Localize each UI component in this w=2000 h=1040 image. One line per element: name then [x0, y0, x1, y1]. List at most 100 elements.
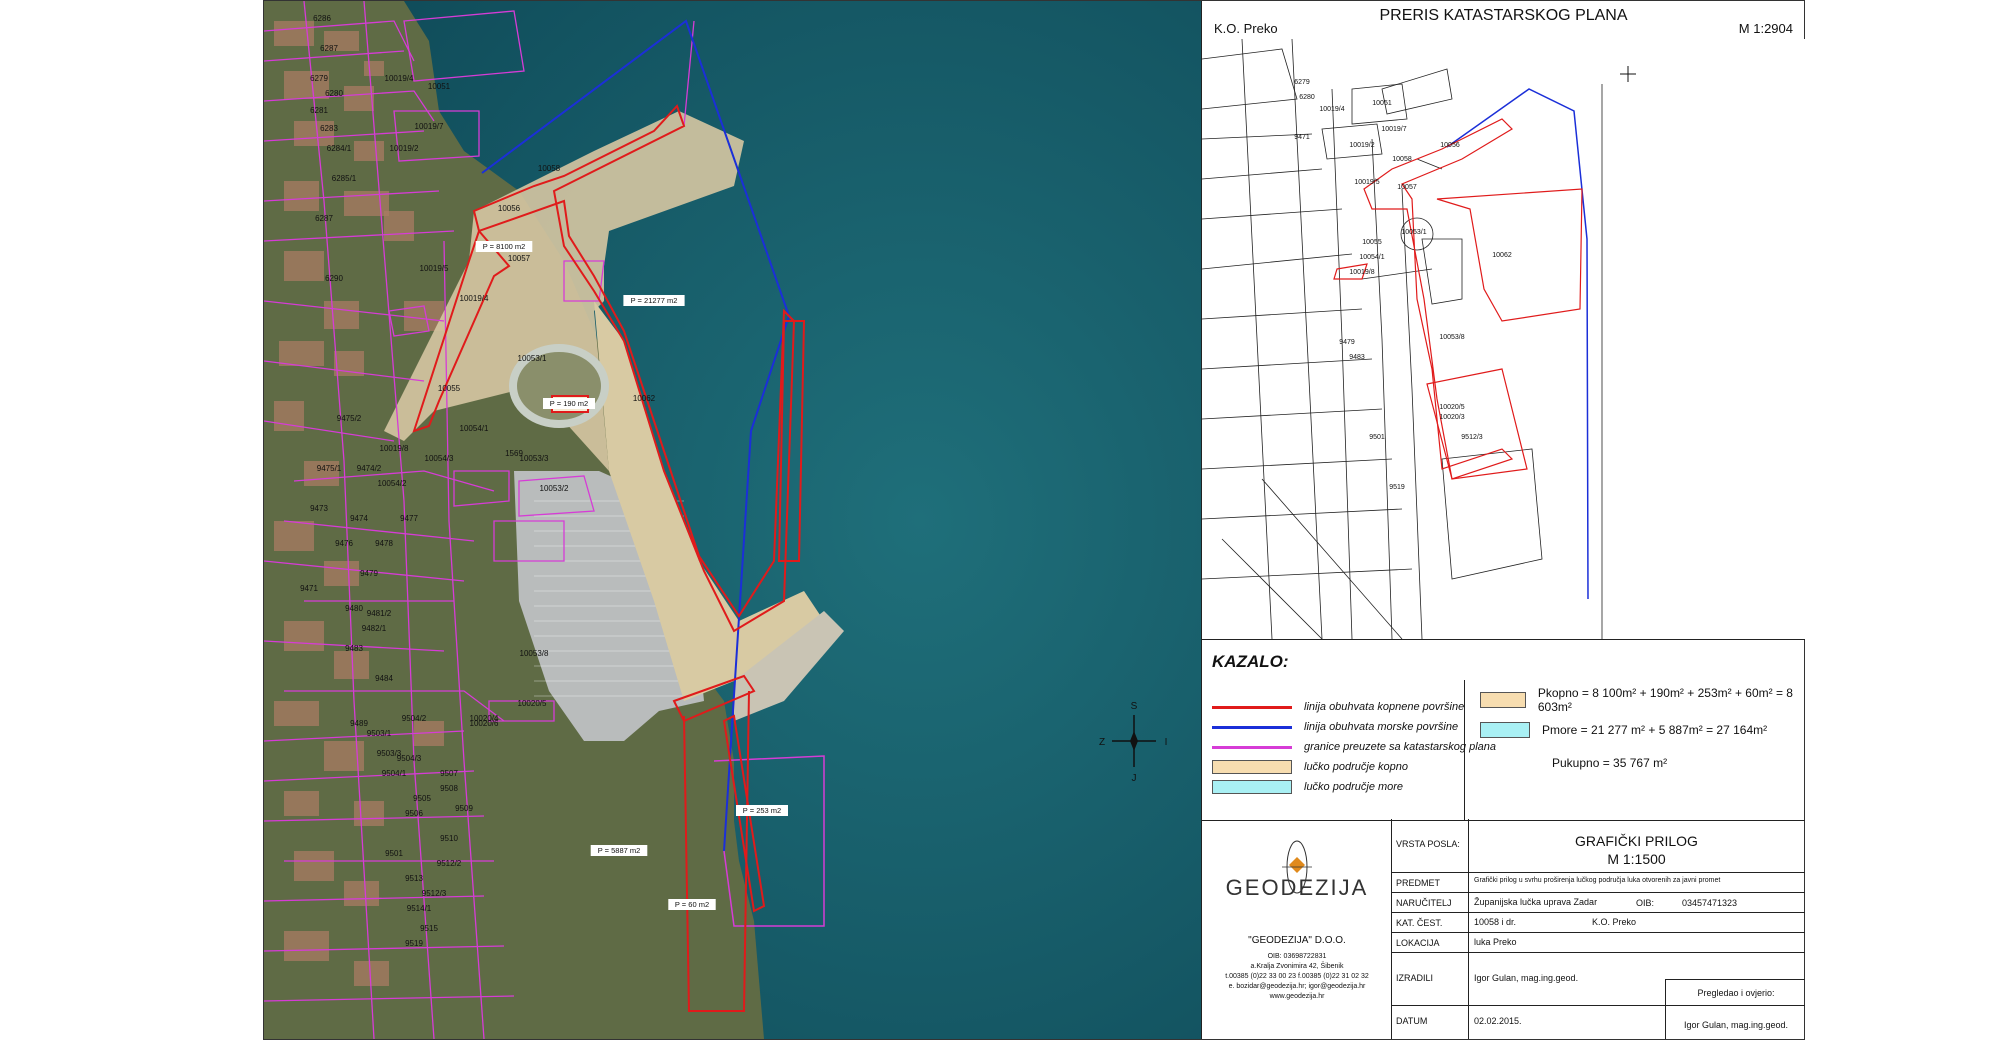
parcel-label: 9512/3: [422, 889, 447, 898]
company-address: a.Kralja Zvonimira 42, Šibenik: [1250, 963, 1344, 970]
building: [284, 621, 324, 651]
parcel-label: 9479: [360, 569, 378, 578]
cadastral-label: 10020/3: [1439, 414, 1464, 421]
pregledao-key: Pregledao i ovjerio:: [1697, 988, 1775, 998]
legend-item-label: lučko područje kopno: [1304, 761, 1408, 773]
oib-key: OIB:: [1636, 898, 1655, 908]
parcel-label: 9519: [405, 939, 423, 948]
cadastral-label: 10057: [1397, 184, 1417, 191]
cadastral-label: 10053/1: [1401, 229, 1426, 236]
parcel-label: 9471: [300, 584, 318, 593]
legend-magenta-line-swatch: [1212, 745, 1292, 749]
area-label: P = 5887 m2: [598, 846, 641, 855]
building: [324, 301, 359, 329]
datum-val: 02.02.2015.: [1474, 1016, 1522, 1026]
area-label: P = 21277 m2: [631, 296, 678, 305]
parcel-label: 9484: [375, 674, 393, 683]
cadastral-label: 6280: [1299, 94, 1315, 101]
cadastral-label: 9512/3: [1461, 434, 1483, 441]
cadastral-plan: 6279 6280 10019/4 10051 10019/7 10019/2 10058 1…: [1201, 38, 1805, 640]
parcel-label: 6283: [320, 124, 338, 133]
parcel-label: 9475/2: [337, 414, 362, 423]
cadastral-label: 9471: [1294, 134, 1310, 141]
parcel-label: 10019/7: [415, 122, 444, 131]
row-vrsta-posla: VRSTA POSLA: GRAFIČKI PRILOG M 1:1500: [1392, 819, 1805, 873]
legend-blue-line-swatch: [1212, 725, 1292, 729]
building: [354, 141, 384, 161]
izradili-key: IZRADILI: [1396, 973, 1434, 983]
calc-land-text: Pkopno = 8 100m² + 190m² + 253m² + 60m² …: [1537, 686, 1793, 714]
datum-key: DATUM: [1396, 1016, 1428, 1026]
parcel-label: 9515: [420, 924, 438, 933]
cadastral-label: 10020/5: [1439, 404, 1464, 411]
calc-total: Pukupno = 35 767 m²: [1552, 756, 1667, 770]
parcel-label: 10054/3: [425, 454, 454, 463]
company-web: www.geodezija.hr: [1269, 993, 1325, 1000]
legend-item-sea-line: linija obuhvata morske površine: [1212, 718, 1458, 736]
parcel-label: 10019/5: [420, 264, 449, 273]
narucitelj-key: NARUČITELJ: [1396, 898, 1452, 908]
compass-west-label: Z: [1099, 737, 1105, 748]
row-narucitelj: NARUČITELJ Županijska lučka uprava Zadar…: [1392, 893, 1805, 913]
parcel-label: 6287: [320, 44, 338, 53]
legend-item-land-area: lučko područje kopno: [1212, 758, 1408, 776]
parcel-label: 6281: [310, 106, 328, 115]
kat-val: 10058 i dr.: [1474, 917, 1517, 927]
building: [364, 61, 384, 76]
company-block: GEODEZIJA "GEODEZIJA" D.O.O. OIB: 036987…: [1202, 819, 1392, 1039]
predmet-key: PREDMET: [1396, 878, 1441, 888]
parcel-label: 9503/1: [367, 729, 392, 738]
parcel-label: 9510: [440, 834, 458, 843]
parcel-label: 9478: [375, 539, 393, 548]
parcel-label: 10019/4: [460, 294, 489, 303]
parcel-label: 10057: [508, 254, 531, 263]
parcel-label: 9475/1: [317, 464, 342, 473]
cadastral-label: 10051: [1372, 100, 1392, 107]
title-block: GEODEZIJA "GEODEZIJA" D.O.O. OIB: 036987…: [1202, 819, 1805, 1039]
company-name: GEODEZIJA: [1225, 875, 1369, 900]
parcel-label: 9501: [385, 849, 403, 858]
building: [324, 561, 359, 586]
parcel-label: 9477: [400, 514, 418, 523]
vrsta-key: VRSTA POSLA:: [1396, 839, 1460, 849]
cadastral-label: 6279: [1294, 79, 1310, 86]
parcel-label: 9474: [350, 514, 368, 523]
cadastral-plan-canvas: 6279 6280 10019/4 10051 10019/7 10019/2 10058 1…: [1201, 38, 1805, 640]
parcel-label: 10053/1: [518, 354, 547, 363]
cadastral-title: PRERIS KATASTARSKOG PLANA: [1379, 7, 1628, 24]
cadastral-label: 9519: [1389, 484, 1405, 491]
parcel-label: 9504/3: [397, 754, 422, 763]
company-email: e. bozidar@geodezija.hr; igor@geodezija.…: [1228, 983, 1366, 990]
parcel-label: 9512/2: [437, 859, 462, 868]
parcel-label: 6285/1: [332, 174, 357, 183]
calc-sea-swatch: [1480, 722, 1530, 738]
legend-sea-swatch: [1212, 780, 1292, 794]
compass-south-label: J: [1132, 773, 1137, 784]
parcel-label: 10056: [498, 204, 521, 213]
vrsta-val1: GRAFIČKI PRILOG: [1575, 833, 1698, 849]
cadastral-label: 10019/7: [1381, 126, 1406, 133]
parcel-label: 9508: [440, 784, 458, 793]
legend-title: KAZALO:: [1212, 652, 1289, 671]
cadastral-label: 9483: [1349, 354, 1365, 361]
building: [354, 961, 389, 986]
parcel-label: 6287: [315, 214, 333, 223]
oib-val: 03457471323: [1682, 898, 1738, 908]
parcel-label: 10020/4: [470, 714, 499, 723]
cadastral-label: 10019/8: [1349, 269, 1374, 276]
cadastral-label: 10062: [1492, 252, 1512, 259]
parcel-label: 10019/4: [385, 74, 414, 83]
building: [294, 851, 334, 881]
compass-east-label: I: [1165, 737, 1168, 748]
pregledao-val: Igor Gulan, mag.ing.geod.: [1683, 1020, 1789, 1030]
cadastral-label: 10019/5: [1354, 179, 1379, 186]
kat-key: KAT. ČEST.: [1396, 918, 1443, 928]
area-label: P = 60 m2: [675, 900, 709, 909]
company-full-name: "GEODEZIJA" D.O.O.: [1248, 935, 1346, 946]
parcel-label: 9507: [440, 769, 458, 778]
legend-red-line-swatch: [1212, 705, 1292, 709]
parcel-label: 6280: [325, 89, 343, 98]
row-predmet: PREDMET Grafički prilog u svrhu proširen…: [1392, 873, 1805, 893]
cadastral-label: 10019/2: [1349, 142, 1374, 149]
parcel-label: 10019/8: [380, 444, 409, 453]
